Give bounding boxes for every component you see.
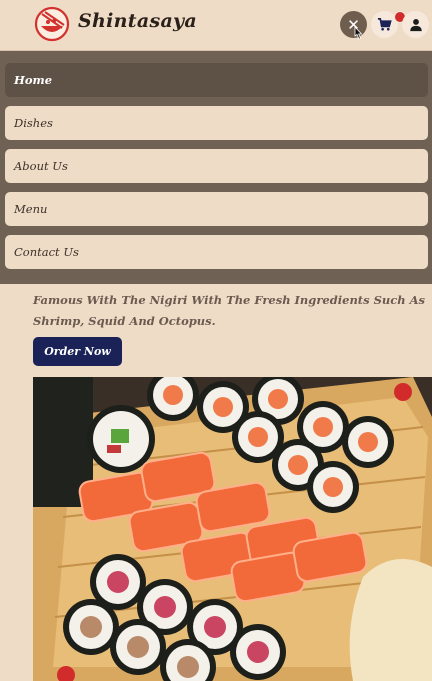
header: Shintasaya ✕: [0, 0, 432, 51]
user-icon: [409, 18, 422, 31]
nav-item-home[interactable]: Home: [5, 63, 428, 97]
user-button[interactable]: [402, 11, 429, 38]
nav-item-dishes[interactable]: Dishes: [5, 106, 428, 140]
logo-icon[interactable]: [34, 6, 70, 42]
nav-menu: Home Dishes About Us Menu Contact Us: [0, 51, 432, 284]
order-now-button[interactable]: Order Now: [33, 337, 122, 366]
cart-icon: [377, 18, 392, 31]
brand-name[interactable]: Shintasaya: [78, 10, 197, 32]
hero-description: Famous With The Nigiri With The Fresh In…: [33, 293, 426, 328]
nav-item-about-us[interactable]: About Us: [5, 149, 428, 183]
mouse-cursor-icon: [354, 26, 363, 40]
sushi-platter-image: [33, 377, 432, 681]
nav-item-menu[interactable]: Menu: [5, 192, 428, 226]
nav-item-contact-us[interactable]: Contact Us: [5, 235, 428, 269]
